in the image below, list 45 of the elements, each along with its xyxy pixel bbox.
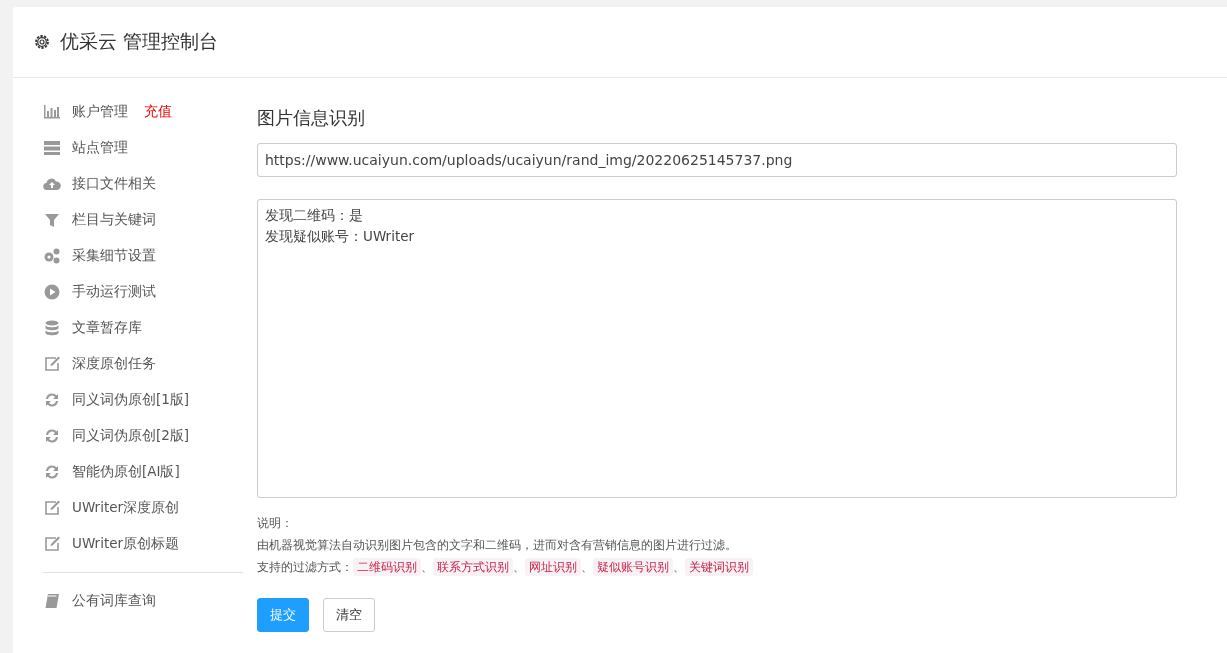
chart-icon [43, 103, 61, 121]
separator-mark: 、 [673, 559, 685, 576]
url-input-field[interactable]: https://www.ucaiyun.com/uploads/ucaiyun/rand_img/20220625145737.png [257, 143, 1177, 177]
section-title: 图片信息识别 [257, 106, 366, 130]
notes-description: 由机器视觉算法自动识别图片包含的文字和二维码，进而对含有营销信息的图片进行过滤。 [257, 537, 738, 554]
server-icon [43, 139, 61, 157]
refresh-icon [43, 391, 61, 409]
sidebar-item[interactable]: 接口文件相关 [72, 175, 156, 193]
sidebar-item[interactable]: 同义词伪原创[1版] [72, 391, 190, 409]
separator-mark: 、 [581, 559, 593, 576]
edit-icon [43, 499, 61, 517]
database-icon [43, 319, 61, 337]
sidebar-item[interactable]: 深度原创任务 [72, 355, 156, 373]
refresh-icon [43, 427, 61, 445]
edit-icon [43, 535, 61, 553]
clear-button[interactable]: 清空 [323, 598, 375, 632]
filter-method-tag: 网址识别 [525, 558, 581, 576]
sidebar-item[interactable]: 文章暂存库 [72, 319, 142, 337]
sidebar-item[interactable]: UWriter深度原创 [72, 499, 180, 517]
sidebar-item[interactable]: 同义词伪原创[2版] [72, 427, 190, 445]
filter-method-tag: 疑似账号识别 [593, 558, 673, 576]
book-icon [43, 592, 61, 610]
refresh-icon [43, 463, 61, 481]
settings-icon [33, 33, 51, 51]
separator-mark: 、 [513, 559, 525, 576]
sidebar-item[interactable]: 智能伪原创[AI版] [72, 463, 180, 481]
result-text-area[interactable]: 发现二维码：是 发现疑似账号：UWriter [257, 199, 1177, 498]
console-title: 优采云 管理控制台 [60, 29, 219, 54]
filter-icon [43, 211, 61, 229]
play-icon [43, 283, 61, 301]
methods-label: 支持的过滤方式： [257, 559, 353, 576]
sidebar-item[interactable]: 手动运行测试 [72, 283, 156, 301]
sidebar-item[interactable]: 公有词库查询 [72, 592, 156, 610]
filter-method-tag: 关键词识别 [685, 558, 753, 576]
separator-mark: 、 [421, 559, 433, 576]
sidebar-item[interactable]: UWriter原创标题 [72, 535, 180, 553]
filter-method-tag: 二维码识别 [353, 558, 421, 576]
sidebar-item[interactable]: 栏目与关键词 [72, 211, 156, 229]
edit-icon [43, 355, 61, 373]
filter-method-tag: 联系方式识别 [433, 558, 513, 576]
recharge-link[interactable]: 充值 [144, 103, 172, 121]
notes-heading: 说明： [257, 515, 294, 532]
sidebar-item[interactable]: 站点管理 [72, 139, 128, 157]
sidebar-item[interactable]: 采集细节设置 [72, 247, 156, 265]
sidebar-item[interactable]: 账户管理 [72, 103, 128, 121]
